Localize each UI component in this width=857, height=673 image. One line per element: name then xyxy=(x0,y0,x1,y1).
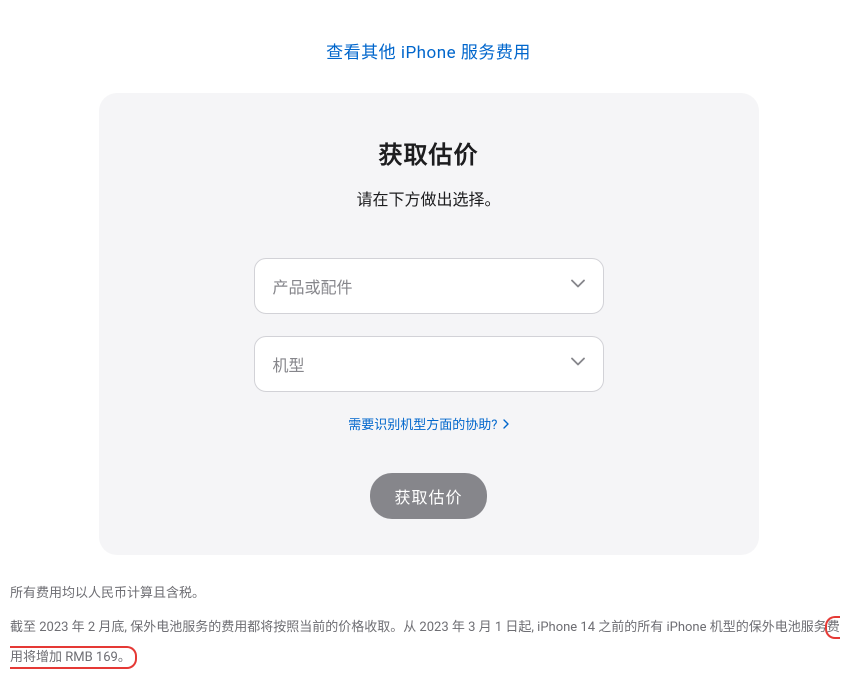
card-subtitle: 请在下方做出选择。 xyxy=(139,186,719,210)
model-select[interactable]: 机型 xyxy=(254,336,604,392)
identify-model-help-link[interactable]: 需要识别机型方面的协助? xyxy=(348,418,508,433)
other-services-link[interactable]: 查看其他 iPhone 服务费用 xyxy=(326,43,531,63)
product-select-wrapper: 产品或配件 xyxy=(254,258,604,314)
footer-line-2-part1: 截至 2023 年 2 月底, 保外电池服务的费用都将按照当前的价格收取。从 2… xyxy=(10,620,827,635)
chevron-down-icon xyxy=(571,357,585,371)
product-select-placeholder: 产品或配件 xyxy=(273,274,353,298)
estimate-card: 获取估价 请在下方做出选择。 产品或配件 机型 需要识别机型方面的协助? 获取估… xyxy=(99,93,759,555)
product-select[interactable]: 产品或配件 xyxy=(254,258,604,314)
chevron-right-icon xyxy=(503,418,509,433)
help-link-container: 需要识别机型方面的协助? xyxy=(139,414,719,433)
footer-line-1: 所有费用均以人民币计算且含税。 xyxy=(10,579,840,609)
get-estimate-button[interactable]: 获取估价 xyxy=(370,473,486,519)
model-select-wrapper: 机型 xyxy=(254,336,604,392)
help-link-label: 需要识别机型方面的协助? xyxy=(348,418,497,433)
top-link-container: 查看其他 iPhone 服务费用 xyxy=(0,0,857,93)
footer-text: 所有费用均以人民币计算且含税。 截至 2023 年 2 月底, 保外电池服务的费… xyxy=(10,579,840,673)
footer-line-2: 截至 2023 年 2 月底, 保外电池服务的费用都将按照当前的价格收取。从 2… xyxy=(10,613,840,673)
chevron-down-icon xyxy=(571,279,585,293)
card-title: 获取估价 xyxy=(139,135,719,170)
model-select-placeholder: 机型 xyxy=(273,352,305,376)
